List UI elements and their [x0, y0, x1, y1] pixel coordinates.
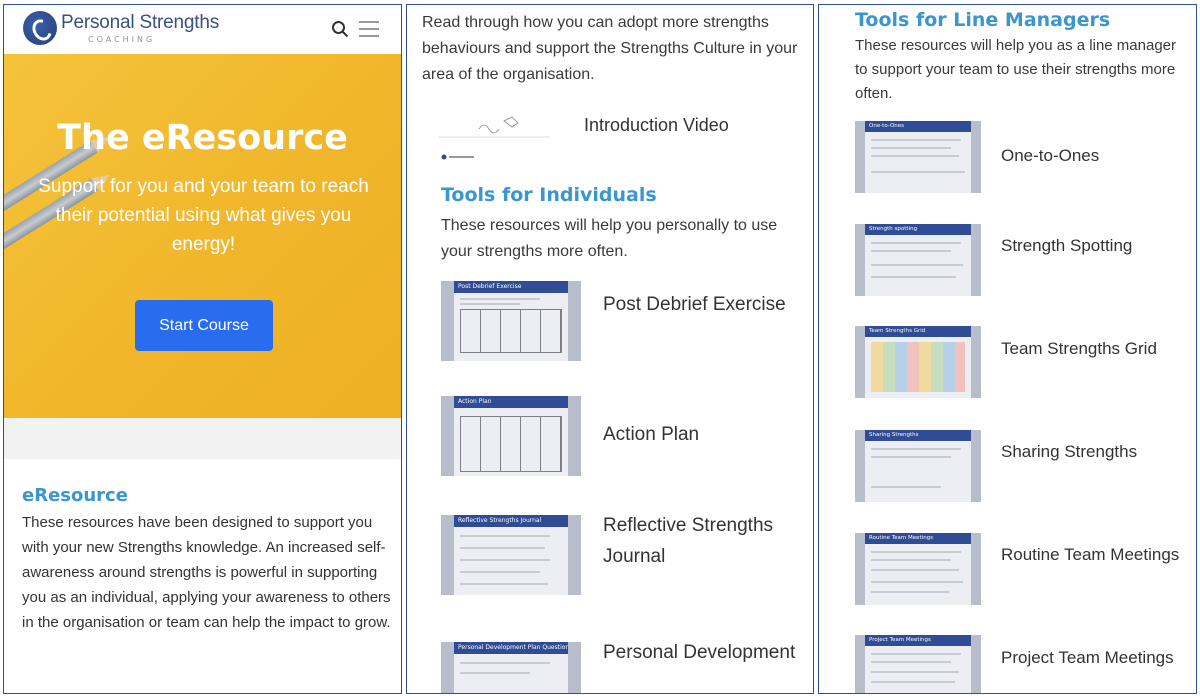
line-managers-heading: Tools for Line Managers — [855, 9, 1111, 31]
individuals-description: These resources will help you personally… — [441, 217, 778, 260]
resource-thumbnail[interactable]: Post Debrief Exercise — [441, 281, 581, 361]
menu-icon[interactable] — [359, 21, 379, 37]
panel-tools-individuals: Read through how you can adopt more stre… — [406, 4, 814, 694]
resource-thumbnail[interactable]: Personal Development Plan Questions — [441, 642, 581, 693]
resource-label[interactable]: Sharing Strengths — [1001, 438, 1191, 466]
resource-thumbnail[interactable]: Project Team Meetings — [855, 635, 981, 693]
line-managers-description: These resources will help you as a line … — [855, 37, 1176, 102]
hero-banner: The eResource Support for you and your t… — [4, 54, 401, 418]
resource-thumbnail[interactable]: Team Strengths Grid — [855, 326, 981, 398]
thumbnail-title: Personal Development Plan Questions — [454, 642, 568, 654]
top-bar: Personal Strengths COACHING — [4, 5, 401, 54]
thumbnail-title: Post Debrief Exercise — [454, 281, 568, 293]
resource-thumbnail[interactable]: Strength spotting — [855, 224, 981, 296]
logo-mark-icon[interactable] — [23, 11, 57, 45]
logo-subtitle: COACHING — [88, 35, 156, 44]
thumbnail-title: Project Team Meetings — [865, 635, 971, 646]
thumbnail-title: Reflective Strengths Journal — [454, 515, 568, 527]
panel-eresource-home: Personal Strengths COACHING The eResourc… — [3, 4, 402, 694]
resource-label[interactable]: Project Team Meetings — [1001, 644, 1191, 672]
thumbnail-title: One-to-Ones — [865, 121, 971, 132]
resource-thumbnail[interactable]: Reflective Strengths Journal — [441, 515, 581, 595]
logo-title[interactable]: Personal Strengths — [61, 12, 219, 34]
hero-title: The eResource — [57, 118, 348, 158]
resource-label[interactable]: One-to-Ones — [1001, 142, 1191, 170]
divider-band — [4, 418, 401, 459]
eresource-heading: eResource — [22, 485, 128, 506]
resource-label[interactable]: Personal Development — [603, 637, 803, 668]
resource-thumbnail[interactable]: Routine Team Meetings — [855, 533, 981, 605]
thumbnail-title: Routine Team Meetings — [865, 533, 971, 544]
intro-text: Read through how you can adopt more stre… — [422, 14, 798, 83]
resource-label[interactable]: Post Debrief Exercise — [603, 289, 803, 320]
resource-label[interactable]: Reflective Strengths Journal — [603, 510, 803, 572]
thumbnail-title: Team Strengths Grid — [865, 326, 971, 337]
resource-label[interactable]: Strength Spotting — [1001, 232, 1191, 260]
resource-label[interactable]: Team Strengths Grid — [1001, 335, 1191, 363]
thumbnail-title: Strength spotting — [865, 224, 971, 235]
eresource-description: These resources have been designed to su… — [22, 514, 391, 631]
panel-tools-line-managers: Tools for Line Managers These resources … — [818, 4, 1197, 694]
introduction-video-thumbnail[interactable] — [439, 107, 549, 162]
resource-thumbnail[interactable]: Sharing Strengths — [855, 430, 981, 502]
thumbnail-title: Sharing Strengths — [865, 430, 971, 441]
start-course-button[interactable]: Start Course — [135, 300, 273, 351]
resource-thumbnail[interactable]: One-to-Ones — [855, 121, 981, 193]
search-icon[interactable] — [331, 20, 349, 38]
resource-thumbnail[interactable]: Action Plan — [441, 396, 581, 476]
individuals-heading: Tools for Individuals — [441, 184, 657, 206]
hero-subtitle: Support for you and your team to reach t… — [38, 176, 369, 255]
introduction-video-link[interactable]: Introduction Video — [584, 115, 729, 136]
resource-label[interactable]: Routine Team Meetings — [1001, 541, 1191, 569]
thumbnail-title: Action Plan — [454, 396, 568, 408]
resource-label[interactable]: Action Plan — [603, 419, 803, 450]
